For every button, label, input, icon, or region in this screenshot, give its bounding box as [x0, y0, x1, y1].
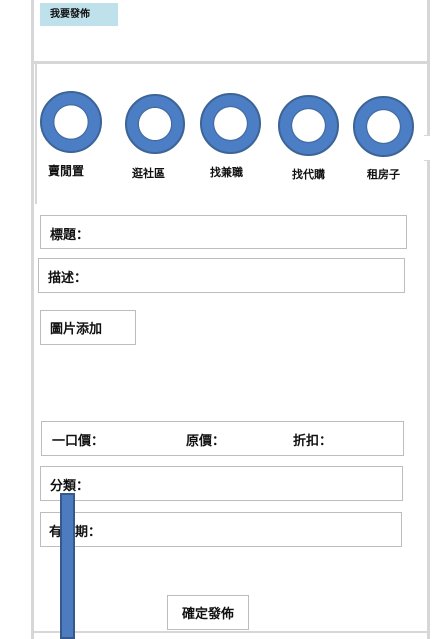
left-outer-border	[31, 0, 34, 639]
category-select-label: 分類：	[50, 479, 90, 494]
category-label: 找代購	[292, 168, 325, 181]
category-sell-idle[interactable]: 賣閒置	[40, 91, 110, 181]
right-notch	[424, 135, 430, 161]
validity-label: 有效期：	[49, 525, 102, 540]
add-image-button[interactable]: 圖片添加	[40, 310, 136, 345]
rent-house-ring-icon	[353, 96, 414, 157]
title-field[interactable]: 標題：	[40, 215, 407, 249]
category-label: 賣閒置	[48, 164, 85, 178]
right-outer-border	[427, 0, 430, 639]
discount-label: 折扣：	[293, 434, 333, 449]
description-label: 描述：	[48, 271, 88, 286]
category-purchasing-agent[interactable]: 找代購	[278, 95, 344, 185]
price-row[interactable]: 一口價： 原價： 折扣：	[41, 421, 404, 456]
category-panel-border	[35, 64, 37, 204]
bottom-separator	[31, 631, 430, 633]
category-field[interactable]: 分類：	[40, 466, 403, 501]
part-time-ring-icon	[200, 93, 261, 154]
publish-button[interactable]: 我要發佈	[40, 3, 118, 26]
header-separator	[31, 61, 430, 64]
sell-idle-ring-icon	[40, 91, 102, 153]
purchasing-agent-ring-icon	[278, 95, 339, 156]
category-rent-house[interactable]: 租房子	[353, 96, 419, 186]
category-community[interactable]: 逛社區	[125, 94, 191, 184]
title-label: 標題：	[50, 228, 90, 243]
validity-field[interactable]: 有效期：	[40, 512, 402, 547]
description-field[interactable]: 描述：	[38, 258, 405, 293]
category-label: 找兼職	[210, 166, 243, 179]
scrollbar-thumb[interactable]	[60, 493, 75, 639]
category-label: 租房子	[367, 168, 400, 181]
submit-button[interactable]: 確定發佈	[167, 595, 249, 630]
community-ring-icon	[125, 94, 185, 154]
price-label: 一口價：	[52, 434, 105, 449]
category-label: 逛社區	[132, 167, 165, 180]
original-price-label: 原價：	[186, 434, 226, 449]
category-part-time[interactable]: 找兼職	[200, 93, 266, 183]
